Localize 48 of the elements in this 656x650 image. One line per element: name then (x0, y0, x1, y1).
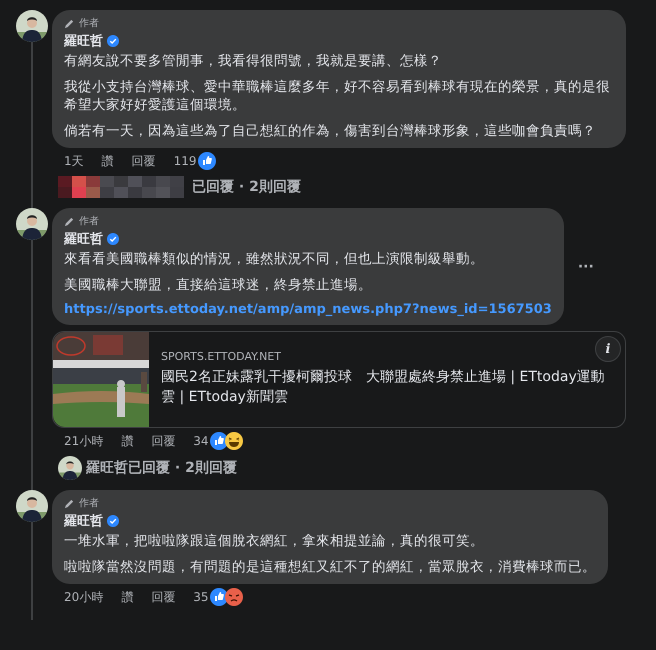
verified-icon (107, 233, 119, 245)
like-button[interactable]: 讚 (102, 152, 114, 170)
pencil-icon (64, 18, 75, 28)
reaction-count: 35 (193, 590, 209, 604)
preview-title: 國民2名正妹露乳干擾柯爾投球 大聯盟處終身禁止進場 | ETtoday運動雲 | ETtoday新聞雲 (161, 368, 606, 407)
more-options[interactable]: ··· (578, 258, 594, 274)
pencil-icon (64, 498, 75, 508)
preview-domain: SPORTS.ETTODAY.NET (161, 350, 282, 363)
like-icon (210, 588, 228, 606)
comment-text: 我從小支持台灣棒球、愛中華職棒這麼多年，好不容易看到棒球有現在的榮景，真的是很希望大家好好愛護這個環境。 (64, 78, 611, 114)
like-button[interactable]: 讚 (121, 432, 134, 450)
angry-emoji-icon (224, 588, 243, 606)
reply-button[interactable]: 回覆 (151, 588, 176, 606)
comment-text: 有網友說不要多管閒事，我看得很問號，我就是要講、怎樣？ (64, 52, 443, 70)
author-name[interactable]: 羅旺哲 (64, 32, 103, 50)
avatar[interactable] (16, 10, 48, 42)
reaction-count: 119 (174, 154, 197, 168)
reply-button[interactable]: 回覆 (151, 432, 176, 450)
comment-text: 啦啦隊當然沒問題，有問題的是這種想紅又紅不了的網紅，當眾脫衣，消費棒球而已。 (64, 558, 596, 576)
like-icon (198, 152, 216, 170)
reply-button[interactable]: 回覆 (132, 152, 156, 170)
comment-time[interactable]: 20小時 (64, 588, 104, 606)
pencil-icon (64, 216, 75, 226)
like-button[interactable]: 讚 (121, 588, 134, 606)
verified-icon (107, 515, 119, 527)
author-name[interactable]: 羅旺哲 (64, 512, 103, 530)
avatar[interactable] (16, 490, 48, 522)
link-preview-card[interactable]: SPORTS.ETTODAY.NET 國民2名正妹露乳干擾柯爾投球 大聯盟處終身禁止進場 | ETtoday運動雲 | ETtoday新聞雲 i (52, 331, 626, 428)
comment-text: 一堆水軍，把啦啦隊跟這個脫衣網紅，拿來相提並論，真的很可笑。 (64, 532, 485, 550)
avatar[interactable] (16, 208, 48, 240)
comment-text: 來看看美國職棒類似的情況，雖然狀況不同，但也上演限制級舉動。 (64, 250, 485, 268)
reaction-count: 34 (193, 434, 209, 448)
replies-link[interactable]: 已回覆 · 2則回覆 (192, 178, 301, 196)
link[interactable]: https://sports.ettoday.net/amp/amp_news.php7?news_id=1567503 (64, 302, 552, 317)
comment-time[interactable]: 21小時 (64, 432, 104, 450)
author-label: 作者 (79, 16, 99, 30)
author-label: 作者 (79, 496, 99, 510)
avatar[interactable] (58, 456, 82, 480)
info-button[interactable]: i (595, 336, 621, 362)
laughing-emoji-icon (224, 432, 243, 450)
comment-time[interactable]: 1天 (64, 152, 84, 170)
author-label: 作者 (79, 214, 99, 228)
like-icon (210, 432, 228, 450)
replies-link[interactable]: 羅旺哲已回覆 · 2則回覆 (86, 459, 237, 477)
comment-text: 倘若有一天，因為這些為了自己想紅的作為，傷害到台灣棒球形象，這些咖會負責嗎？ (64, 122, 597, 140)
verified-icon (107, 35, 119, 47)
comment-text: 美國職棒大聯盟，直接給這球迷，終身禁止進場。 (64, 276, 373, 294)
author-name[interactable]: 羅旺哲 (64, 230, 103, 248)
